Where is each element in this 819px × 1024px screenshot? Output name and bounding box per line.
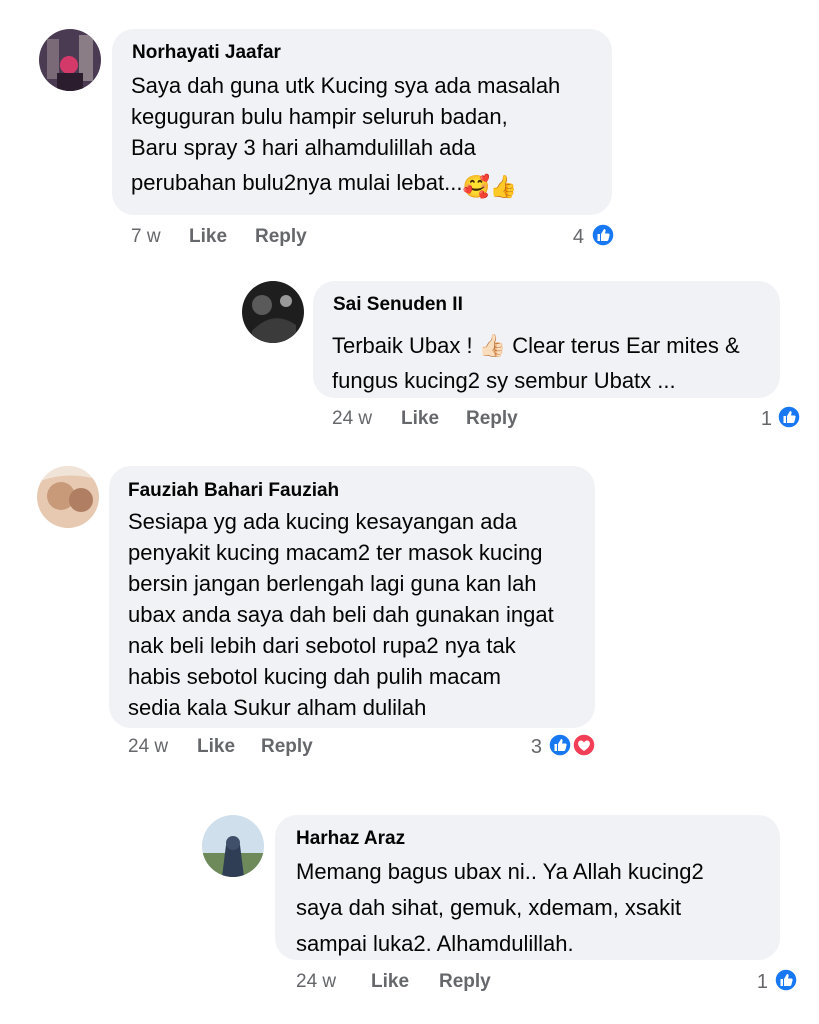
like-button[interactable]: Like bbox=[197, 736, 235, 758]
reply-button[interactable]: Reply bbox=[255, 226, 307, 248]
comment-line: saya dah sihat, gemuk, xdemam, xsakit bbox=[296, 895, 682, 920]
avatar[interactable] bbox=[37, 466, 99, 528]
comment-text: Saya dah guna utk Kucing sya ada masalah… bbox=[131, 70, 601, 202]
avatar[interactable] bbox=[242, 281, 304, 343]
comment-line: perubahan bulu2nya mulai lebat... bbox=[131, 170, 463, 195]
like-reaction-icon[interactable] bbox=[548, 733, 572, 757]
comment-line: bersin jangan berlengah lagi guna kan la… bbox=[128, 571, 537, 596]
like-button[interactable]: Like bbox=[401, 408, 439, 430]
comment-text: Terbaik Ubax ! 👍🏻 Clear terus Ear mites … bbox=[332, 328, 772, 398]
comment-line: sedia kala Sukur alham dulilah bbox=[128, 695, 427, 720]
comment-text: Memang bagus ubax ni.. Ya Allah kucing2 … bbox=[296, 854, 776, 962]
like-button[interactable]: Like bbox=[189, 226, 227, 248]
reply-button[interactable]: Reply bbox=[466, 408, 518, 430]
comment-line: nak beli lebih dari sebotol rupa2 nya ta… bbox=[128, 633, 516, 658]
comment-author[interactable]: Sai Senuden II bbox=[333, 294, 463, 316]
comment-line: Saya dah guna utk Kucing sya ada masalah bbox=[131, 73, 561, 98]
like-button[interactable]: Like bbox=[371, 971, 409, 993]
comment-line: keguguran bulu hampir seluruh badan, bbox=[131, 104, 508, 129]
avatar-photo-icon bbox=[202, 815, 264, 877]
comment-line: Memang bagus ubax ni.. Ya Allah kucing2 bbox=[296, 859, 704, 884]
comment-text: Sesiapa yg ada kucing kesayangan ada pen… bbox=[128, 506, 588, 723]
emoji-icon: 🥰👍 bbox=[462, 174, 518, 199]
reply-button[interactable]: Reply bbox=[439, 971, 491, 993]
reaction-count[interactable]: 1 bbox=[748, 408, 772, 431]
reply-button[interactable]: Reply bbox=[261, 736, 313, 758]
avatar[interactable] bbox=[202, 815, 264, 877]
comment-author[interactable]: Fauziah Bahari Fauziah bbox=[128, 480, 339, 502]
comment-line: fungus kucing2 sy sembur Ubatx ... bbox=[332, 368, 676, 393]
comment-line: Baru spray 3 hari alhamdulillah ada bbox=[131, 135, 476, 160]
like-reaction-icon[interactable] bbox=[774, 968, 798, 992]
comment-line: Sesiapa yg ada kucing kesayangan ada bbox=[128, 509, 517, 534]
avatar[interactable] bbox=[39, 29, 101, 91]
comment-line: habis sebotol kucing dah pulih macam bbox=[128, 664, 502, 689]
comment-line: Terbaik Ubax ! 👍🏻 Clear terus Ear mites … bbox=[332, 333, 740, 358]
avatar-photo-icon bbox=[242, 281, 304, 343]
comment-author[interactable]: Harhaz Araz bbox=[296, 828, 405, 850]
comment-timestamp[interactable]: 24 w bbox=[128, 736, 168, 758]
love-reaction-icon[interactable] bbox=[572, 733, 596, 757]
reaction-count[interactable]: 1 bbox=[744, 971, 768, 994]
comment-line: sampai luka2. Alhamdulillah. bbox=[296, 931, 574, 956]
comment-line: penyakit kucing macam2 ter masok kucing bbox=[128, 540, 543, 565]
comment-line: ubax anda saya dah beli dah gunakan inga… bbox=[128, 602, 554, 627]
like-reaction-icon[interactable] bbox=[777, 405, 801, 429]
like-reaction-icon[interactable] bbox=[591, 223, 615, 247]
comment-author[interactable]: Norhayati Jaafar bbox=[132, 42, 281, 64]
comment-timestamp[interactable]: 24 w bbox=[332, 408, 372, 430]
reaction-count[interactable]: 3 bbox=[518, 736, 542, 759]
comment-timestamp[interactable]: 7 w bbox=[131, 226, 161, 248]
comment-timestamp[interactable]: 24 w bbox=[296, 971, 336, 993]
reaction-count[interactable]: 4 bbox=[560, 226, 584, 249]
avatar-photo-icon bbox=[37, 466, 99, 528]
avatar-photo-icon bbox=[39, 29, 101, 91]
